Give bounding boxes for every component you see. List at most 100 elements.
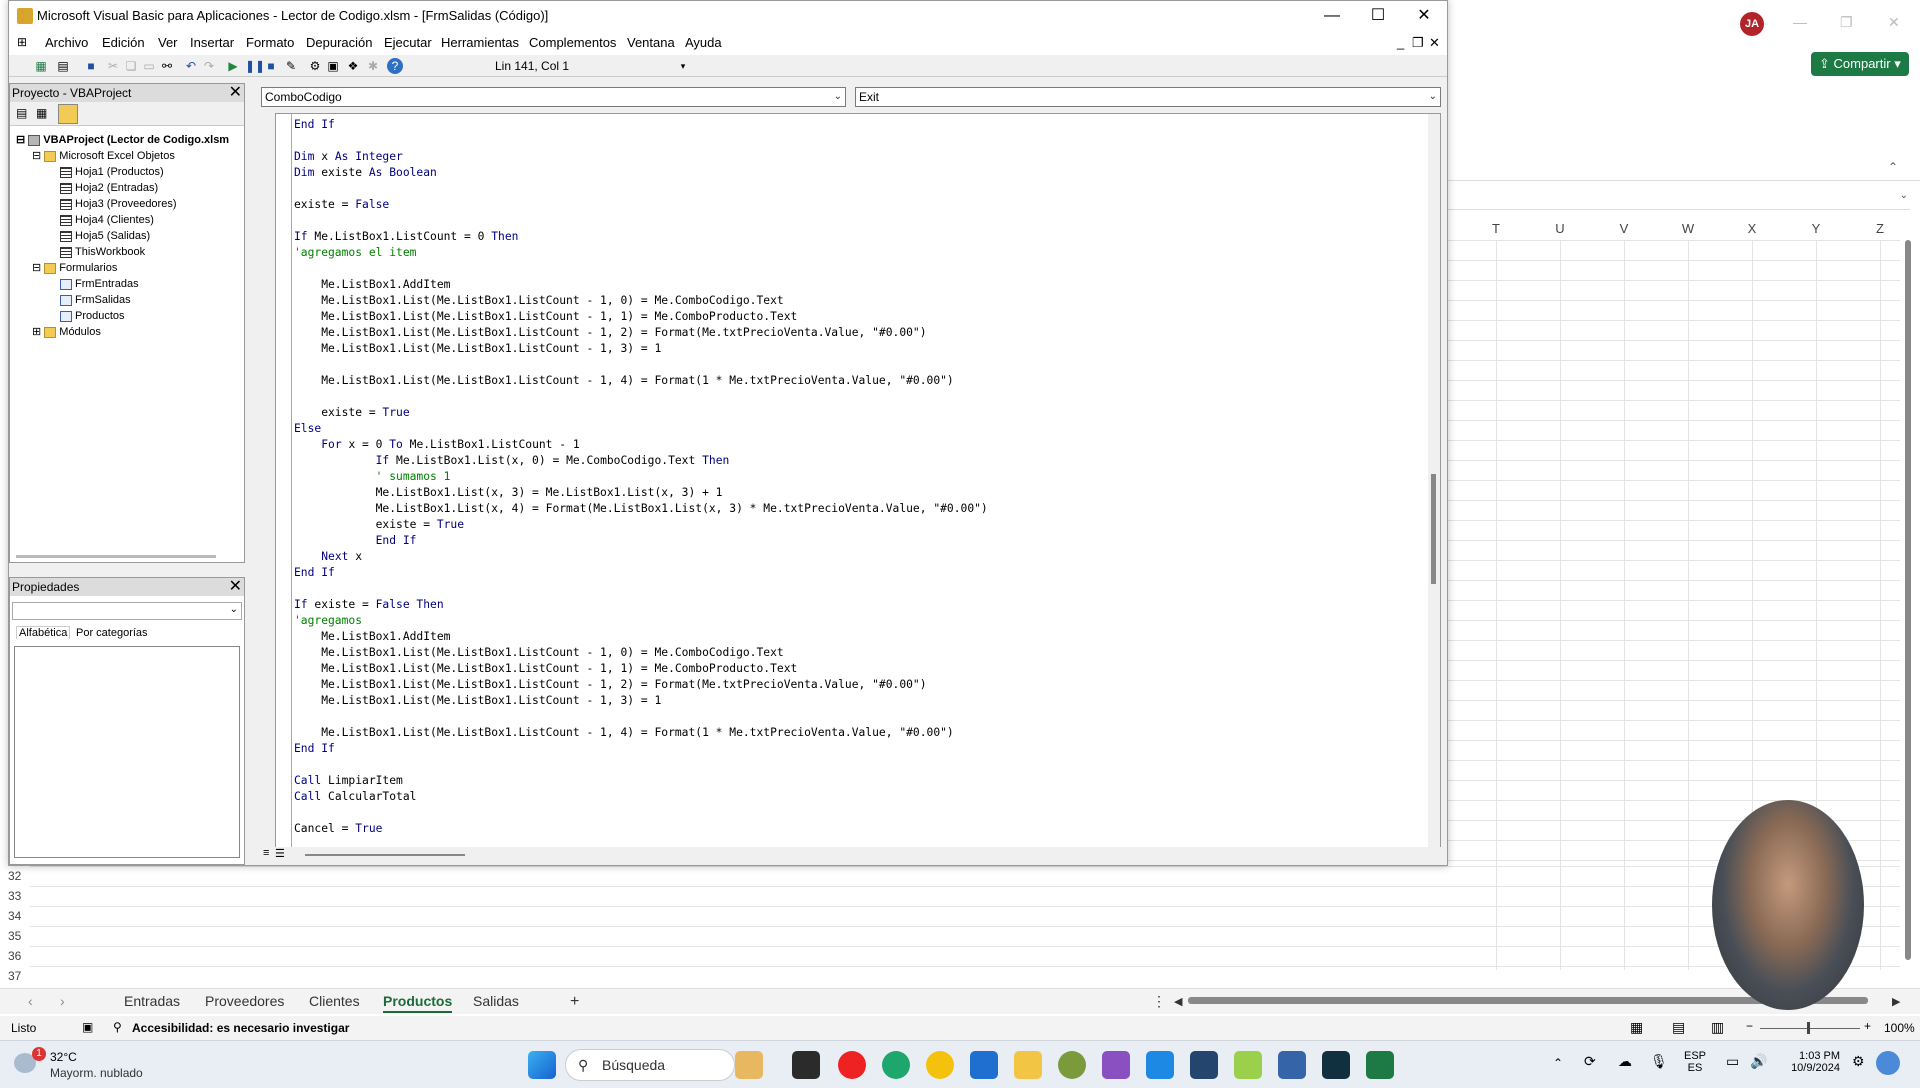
next-sheet-icon[interactable]: › <box>60 993 65 1009</box>
collapse-icon[interactable]: ⊟ <box>16 134 28 146</box>
code-line[interactable]: Me.ListBox1.List(Me.ListBox1.ListCount -… <box>294 341 988 357</box>
code-line[interactable]: existe = True <box>294 517 988 533</box>
child-close-icon[interactable]: ✕ <box>1429 35 1440 51</box>
copy-icon[interactable]: ❏ <box>123 58 139 74</box>
column-header-w[interactable]: W <box>1656 218 1720 240</box>
menu-ayuda[interactable]: Ayuda <box>685 35 722 50</box>
code-line[interactable] <box>294 389 988 405</box>
menu-ejecutar[interactable]: Ejecutar <box>384 35 432 50</box>
edge-icon[interactable] <box>882 1051 910 1079</box>
code-line[interactable]: Me.ListBox1.List(Me.ListBox1.ListCount -… <box>294 725 988 741</box>
tree-folder-excel-objects[interactable]: ⊟ Microsoft Excel Objetos <box>16 148 229 164</box>
code-line[interactable]: If existe = False Then <box>294 597 988 613</box>
toggle-folders-icon[interactable] <box>58 104 78 124</box>
procedure-combo[interactable]: Exit ⌄ <box>855 87 1441 107</box>
code-line[interactable] <box>294 581 988 597</box>
view-excel-icon[interactable]: ▦ <box>33 58 49 74</box>
code-lines[interactable]: End If Dim x As Integer Dim existe As Bool… <box>294 117 988 837</box>
tree-item-hoja2[interactable]: Hoja2 (Entradas) <box>16 180 229 196</box>
chrome-icon[interactable] <box>926 1051 954 1079</box>
row-header[interactable]: 37 <box>0 966 30 986</box>
column-header-u[interactable]: U <box>1528 218 1592 240</box>
sheet-tab-entradas[interactable]: Entradas <box>124 993 180 1009</box>
tree-item-hoja5[interactable]: Hoja5 (Salidas) <box>16 228 229 244</box>
collapse-icon[interactable]: ⊟ <box>32 150 44 162</box>
cut-icon[interactable]: ✂ <box>105 58 121 74</box>
page-break-icon[interactable]: ▥ <box>1711 1019 1724 1036</box>
sheet-tab-clientes[interactable]: Clientes <box>309 993 360 1009</box>
project-close-icon[interactable]: ✕ <box>229 84 242 102</box>
project-explorer-icon[interactable]: ⚙ <box>307 58 323 74</box>
code-line[interactable]: existe = False <box>294 197 988 213</box>
code-line[interactable]: ' sumamos 1 <box>294 469 988 485</box>
full-module-view-icon[interactable]: ☰ <box>275 847 285 860</box>
volume-icon[interactable]: 🔊 <box>1750 1053 1767 1070</box>
tree-root[interactable]: ⊟ VBAProject (Lector de Codigo.xlsm <box>16 132 229 148</box>
visual-studio-icon[interactable] <box>1102 1051 1130 1079</box>
properties-grid[interactable] <box>14 646 240 858</box>
run-icon[interactable]: ▶ <box>225 58 241 74</box>
row-header[interactable]: 34 <box>0 906 30 926</box>
tree-item-thisworkbook[interactable]: ThisWorkbook <box>16 244 229 260</box>
project-hscroll[interactable] <box>16 555 216 558</box>
collapse-ribbon-icon[interactable]: ⌃ <box>1888 160 1898 174</box>
code-line[interactable] <box>294 133 988 149</box>
code-line[interactable]: End If <box>294 117 988 133</box>
child-minimize-icon[interactable]: _ <box>1397 35 1404 50</box>
column-header-x[interactable]: X <box>1720 218 1784 240</box>
vbe-maximize-icon[interactable]: ☐ <box>1355 1 1401 31</box>
terminal-icon[interactable] <box>1322 1051 1350 1079</box>
code-line[interactable]: If Me.ListBox1.ListCount = 0 Then <box>294 229 988 245</box>
microphone-icon[interactable]: 🎙 <box>1650 1053 1668 1070</box>
code-hscroll-thumb[interactable] <box>305 854 465 856</box>
add-sheet-icon[interactable]: + <box>570 993 579 1011</box>
column-header-y[interactable]: Y <box>1784 218 1848 240</box>
code-line[interactable]: 'agregamos <box>294 613 988 629</box>
code-line[interactable]: End If <box>294 533 988 549</box>
app-icon[interactable] <box>1234 1051 1262 1079</box>
row-header[interactable]: 36 <box>0 946 30 966</box>
macro-record-icon[interactable]: ▣ <box>82 1020 93 1034</box>
network-icon[interactable]: ▭ <box>1726 1053 1739 1070</box>
redo-icon[interactable]: ↷ <box>201 58 217 74</box>
code-line[interactable]: Me.ListBox1.List(Me.ListBox1.ListCount -… <box>294 293 988 309</box>
undo-icon[interactable]: ↶ <box>183 58 199 74</box>
scroll-thumb[interactable] <box>1905 240 1911 960</box>
code-line[interactable] <box>294 213 988 229</box>
expand-formula-icon[interactable]: ⌄ <box>1900 190 1908 201</box>
tree-folder-modulos[interactable]: ⊞ Módulos <box>16 324 229 340</box>
menu-complementos[interactable]: Complementos <box>529 35 616 50</box>
code-line[interactable]: End If <box>294 741 988 757</box>
more-options-icon[interactable]: ⋮ <box>1152 993 1166 1010</box>
close-icon[interactable]: ✕ <box>1888 14 1900 31</box>
code-vscroll[interactable] <box>1428 114 1440 847</box>
save-icon[interactable]: ■ <box>83 58 99 74</box>
properties-object-select[interactable]: ⌄ <box>12 602 242 620</box>
start-icon[interactable] <box>528 1051 556 1079</box>
code-line[interactable]: Call LimpiarItem <box>294 773 988 789</box>
tree-item-frmsalidas[interactable]: FrmSalidas <box>16 292 229 308</box>
weather-desc[interactable]: Mayorm. nublado <box>50 1066 143 1080</box>
prev-sheet-icon[interactable]: ‹ <box>28 993 33 1009</box>
sync-icon[interactable]: ⟳ <box>1584 1053 1596 1070</box>
object-browser-icon[interactable]: ❖ <box>345 58 361 74</box>
code-line[interactable] <box>294 261 988 277</box>
scroll-right-icon[interactable]: ▶ <box>1892 995 1900 1008</box>
menu-ver[interactable]: Ver <box>158 35 178 50</box>
code-line[interactable]: Me.ListBox1.List(Me.ListBox1.ListCount -… <box>294 309 988 325</box>
row-header[interactable]: 35 <box>0 926 30 946</box>
zoom-in-icon[interactable]: + <box>1864 1019 1871 1033</box>
show-hidden-icons-icon[interactable]: ⌃ <box>1553 1056 1563 1070</box>
code-line[interactable] <box>294 357 988 373</box>
sheet-tab-productos[interactable]: Productos <box>383 993 453 1013</box>
zoom-slider-thumb[interactable] <box>1807 1022 1810 1034</box>
design-mode-icon[interactable]: ✎ <box>283 58 299 74</box>
settings-icon[interactable]: ⚙ <box>1852 1053 1865 1070</box>
app-icon[interactable] <box>1190 1051 1218 1079</box>
object-combo[interactable]: ComboCodigo ⌄ <box>261 87 846 107</box>
code-line[interactable]: Me.ListBox1.List(x, 4) = Format(Me.ListB… <box>294 501 988 517</box>
page-layout-icon[interactable]: ▤ <box>1672 1019 1685 1036</box>
tab-por-categorias[interactable]: Por categorías <box>76 627 148 639</box>
procedure-view-icon[interactable]: ≡ <box>263 847 269 859</box>
code-line[interactable] <box>294 757 988 773</box>
